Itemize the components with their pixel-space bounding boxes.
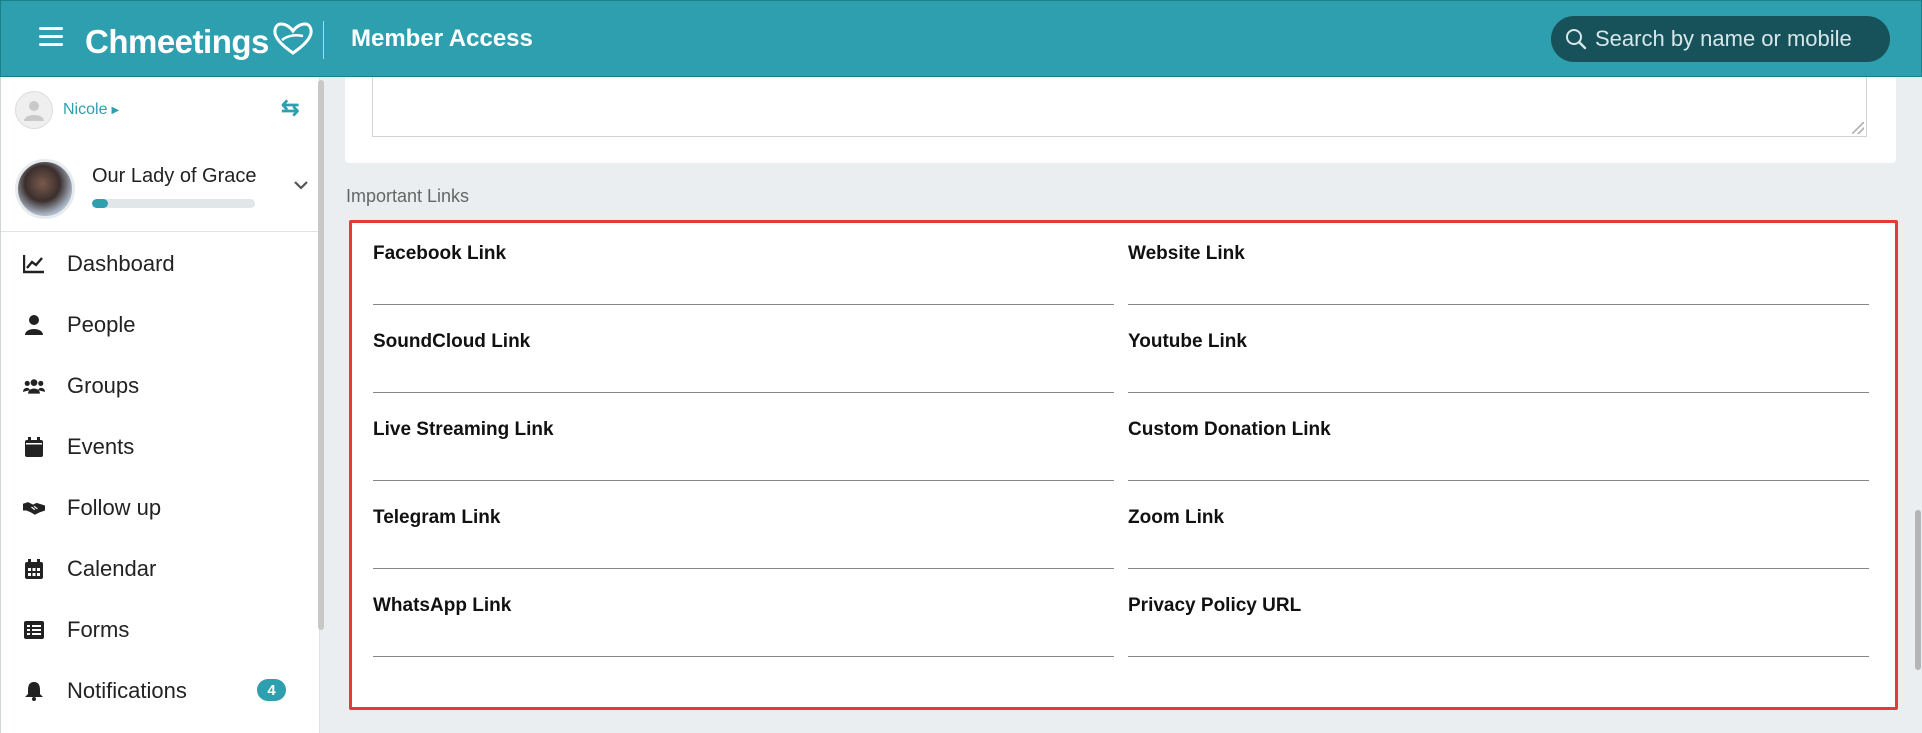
privacy-policy-url-field: Privacy Policy URL [1128, 595, 1869, 659]
church-progress-bar [92, 199, 255, 208]
custom-donation-link-input[interactable] [1128, 441, 1869, 481]
sidebar-item-forms[interactable]: Forms [1, 599, 319, 660]
sidebar-item-events[interactable]: Events [1, 416, 319, 477]
live-streaming-link-field: Live Streaming Link [373, 419, 1114, 483]
field-label: Zoom Link [1128, 507, 1225, 528]
custom-donation-link-field: Custom Donation Link [1128, 419, 1869, 483]
resize-handle-icon[interactable] [1852, 122, 1864, 134]
live-streaming-link-input[interactable] [373, 441, 1114, 481]
app-logo[interactable]: Chmeetings [85, 22, 313, 61]
chart-line-icon [23, 253, 45, 275]
whatsapp-link-field: WhatsApp Link [373, 595, 1114, 659]
youtube-link-input[interactable] [1128, 353, 1869, 393]
sidebar-item-calendar[interactable]: Calendar [1, 538, 319, 599]
caret-right-icon: ▶ [111, 104, 120, 116]
telegram-link-input[interactable] [373, 529, 1114, 569]
soundcloud-link-field: SoundCloud Link [373, 331, 1114, 395]
calendar-solid-icon [23, 436, 45, 458]
field-label: Custom Donation Link [1128, 419, 1331, 440]
sidebar-item-follow-up[interactable]: Follow up [1, 477, 319, 538]
search-icon [1566, 29, 1587, 50]
zoom-link-input[interactable] [1128, 529, 1869, 569]
facebook-link-field: Facebook Link [373, 243, 1114, 307]
progress-fill [92, 199, 109, 208]
sidebar-item-label: Dashboard [67, 250, 175, 276]
privacy-policy-url-input[interactable] [1128, 617, 1869, 657]
field-label: Facebook Link [373, 243, 507, 264]
switch-arrows-icon[interactable]: ⇆ [281, 95, 299, 121]
sidebar-item-dashboard[interactable]: Dashboard [1, 233, 319, 294]
field-label: Privacy Policy URL [1128, 595, 1302, 616]
youtube-link-field: Youtube Link [1128, 331, 1869, 395]
field-label: Telegram Link [373, 507, 501, 528]
header-divider [323, 21, 324, 59]
previous-section-card [345, 77, 1896, 163]
chevron-down-icon[interactable] [293, 179, 309, 191]
user-menu[interactable]: Nicole ▶ [15, 91, 119, 129]
important-links-panel: Facebook Link Website Link SoundCloud Li… [349, 220, 1898, 710]
church-name: Our Lady of Grace [92, 165, 257, 187]
sidebar-item-label: Notifications [67, 677, 187, 703]
field-label: Live Streaming Link [373, 419, 554, 440]
user-placeholder-icon [24, 101, 44, 121]
search-box[interactable] [1551, 16, 1890, 62]
sidebar-nav: Dashboard People Groups Events Follow up [1, 233, 319, 721]
list-icon [23, 619, 45, 641]
logo-heart-icon [273, 22, 313, 55]
page-title: Member Access [351, 25, 533, 52]
logo-text: Chmeetings [85, 23, 269, 60]
telegram-link-field: Telegram Link [373, 507, 1114, 571]
user-name: Nicole [63, 101, 108, 118]
church-selector[interactable]: Our Lady of Grace [15, 159, 315, 225]
calendar-grid-icon [23, 558, 45, 580]
church-avatar [15, 159, 75, 219]
sidebar-item-people[interactable]: People [1, 294, 319, 355]
section-title: Important Links [346, 186, 470, 206]
handshake-icon [23, 497, 45, 519]
notification-badge: 4 [257, 679, 286, 701]
sidebar-item-notifications[interactable]: Notifications 4 [1, 660, 319, 721]
sidebar-item-label: People [67, 311, 136, 337]
top-bar: Chmeetings Member Access [0, 0, 1922, 77]
website-link-field: Website Link [1128, 243, 1869, 307]
sidebar-item-label: Groups [67, 372, 140, 398]
menu-icon[interactable] [39, 27, 63, 47]
bell-icon [23, 680, 45, 702]
website-link-input[interactable] [1128, 265, 1869, 305]
main-scrollbar[interactable] [1915, 510, 1921, 670]
field-label: Website Link [1128, 243, 1245, 264]
zoom-link-field: Zoom Link [1128, 507, 1869, 571]
field-label: SoundCloud Link [373, 331, 531, 352]
sidebar-item-label: Follow up [67, 494, 162, 520]
textarea-field[interactable] [372, 77, 1867, 137]
sidebar-item-label: Events [67, 433, 135, 459]
users-icon [23, 375, 45, 397]
sidebar: Nicole ▶ ⇆ Our Lady of Grace Dashboard P… [0, 77, 320, 733]
sidebar-divider [1, 231, 319, 232]
whatsapp-link-input[interactable] [373, 617, 1114, 657]
soundcloud-link-input[interactable] [373, 353, 1114, 393]
sidebar-item-label: Calendar [67, 555, 157, 581]
facebook-link-input[interactable] [373, 265, 1114, 305]
sidebar-scrollbar[interactable] [318, 80, 324, 630]
field-label: WhatsApp Link [373, 595, 512, 616]
field-label: Youtube Link [1128, 331, 1247, 352]
user-avatar [15, 91, 53, 129]
search-input[interactable] [1595, 26, 1875, 52]
sidebar-item-groups[interactable]: Groups [1, 355, 319, 416]
main-content: Important Links Facebook Link Website Li… [327, 77, 1922, 733]
sidebar-item-label: Forms [67, 616, 130, 642]
person-icon [23, 314, 45, 336]
